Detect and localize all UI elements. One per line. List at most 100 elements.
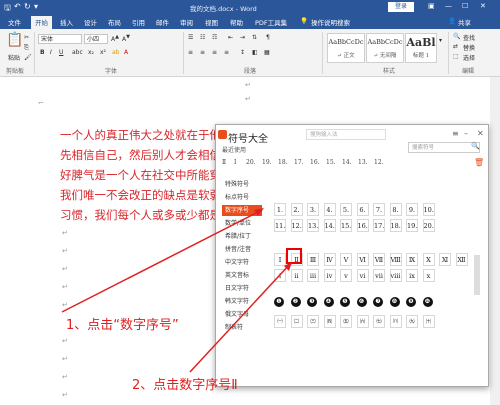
symbol-cell-parenthesized[interactable]: ㈢ [307,315,319,328]
cut-icon[interactable]: ✂ [24,34,29,41]
customize-icon[interactable]: ▾ [34,2,38,11]
bold-button[interactable]: B [40,49,45,56]
numbering-icon[interactable]: ☷ [200,34,205,41]
symbol-cell[interactable]: 15. [340,219,352,232]
symbol-cell[interactable]: 19. [406,219,418,232]
symbol-cell[interactable]: 5. [340,203,352,216]
symbol-cell-roman-small[interactable]: ⅳ [323,269,336,282]
symbol-cell-roman[interactable]: Ⅷ [389,253,402,266]
line-spacing-icon[interactable]: ↕ [240,49,245,56]
minimize-icon[interactable]: — [445,2,452,10]
find-button[interactable]: 查找 [463,33,475,42]
superscript-icon[interactable]: x² [100,49,106,56]
bullets-icon[interactable]: ☰ [188,34,193,41]
tab-layout[interactable]: 布局 [108,17,121,27]
tab-references[interactable]: 引用 [132,17,145,27]
symbol-cell[interactable]: 13. [307,219,319,232]
category-russian[interactable]: 俄文字母 [222,309,262,320]
minimize-icon[interactable]: – [464,129,468,138]
category-japanese[interactable]: 日文字符 [222,283,262,294]
symbol-cell-parenthesized[interactable]: ㈦ [373,315,385,328]
undo-icon[interactable]: ↶ [14,2,21,11]
symbol-cell[interactable]: 4. [323,203,336,216]
tab-review[interactable]: 审阅 [180,17,193,27]
symbol-cell-roman[interactable]: Ⅹ [422,253,435,266]
recent-symbol[interactable]: Ⅱ [222,159,226,166]
symbol-cell-circled[interactable]: ❼ [373,297,383,307]
close-icon[interactable]: ✕ [477,129,484,138]
symbol-cell-roman-small[interactable]: ⅶ [373,269,385,282]
symbol-cell[interactable]: 8. [389,203,402,216]
font-color-icon[interactable]: A [124,49,128,56]
symbol-cell-roman-small[interactable]: ⅹ [422,269,435,282]
symbol-cell-parenthesized[interactable]: ㈡ [290,315,303,328]
symbol-cell-circled[interactable]: ❸ [307,297,317,307]
tab-design[interactable]: 设计 [84,17,97,27]
symbol-cell[interactable]: 16. [356,219,369,232]
redo-icon[interactable]: ↻ [24,2,31,11]
symbol-cell-circled[interactable]: ❾ [406,297,416,307]
recent-symbol[interactable]: 16. [310,159,320,166]
symbol-cell[interactable]: 7. [373,203,385,216]
symbol-search-input[interactable]: 搜索符号 [408,142,480,153]
category-phonetic[interactable]: 英文音标 [222,270,262,281]
replace-icon[interactable]: ⇄ [453,43,458,50]
borders-icon[interactable]: ▦ [264,49,270,56]
symbol-cell-parenthesized[interactable]: ㈣ [323,315,336,328]
login-button[interactable]: 登录 [388,2,414,12]
symbol-cell[interactable]: 3. [307,203,319,216]
trash-icon[interactable]: 🗑 [474,158,484,167]
symbol-cell-roman[interactable]: Ⅵ [356,253,369,266]
symbol-cell[interactable]: 14. [323,219,336,232]
recent-symbol[interactable]: 19. [262,159,272,166]
sort-icon[interactable]: ⇅ [252,34,257,41]
align-center-icon[interactable]: ≡ [200,49,205,56]
show-marks-icon[interactable]: ¶ [266,34,270,41]
category-korean[interactable]: 韩文字符 [222,296,262,307]
tab-file[interactable]: 文件 [8,17,21,27]
symbol-cell-parenthesized[interactable]: ㈤ [340,315,352,328]
find-icon[interactable]: 🔍 [453,33,460,40]
symbol-cell[interactable]: 9. [406,203,418,216]
font-name-select[interactable]: 宋体 [38,34,82,44]
recent-symbol[interactable]: 12. [374,159,384,166]
search-icon[interactable]: 🔍 [471,142,480,150]
symbol-cell-roman[interactable]: Ⅺ [439,253,451,266]
category-greek-latin[interactable]: 希腊/拉丁 [222,231,262,242]
menu-icon[interactable]: ≡ [452,129,459,138]
recent-symbol[interactable]: Ⅰ [234,159,236,166]
tab-insert[interactable]: 插入 [60,17,73,27]
font-size-select[interactable]: 小四 [84,34,108,44]
symbol-cell-roman[interactable]: Ⅶ [373,253,385,266]
symbol-cell-circled[interactable]: ❶ [274,297,284,307]
recent-symbol[interactable]: 18. [278,159,288,166]
symbol-cell-circled[interactable]: ❺ [340,297,350,307]
symbol-cell-roman-small[interactable]: ⅲ [307,269,319,282]
symbol-cell[interactable]: 6. [356,203,369,216]
increase-indent-icon[interactable]: ⇥ [240,34,245,41]
subscript-icon[interactable]: x₂ [88,49,94,56]
recent-symbol[interactable]: 17. [294,159,304,166]
symbol-cell[interactable]: 1. [274,203,286,216]
restore-icon[interactable]: ▣ [428,2,435,10]
style-no-spacing[interactable]: AaBbCcDc ↵ 无间隔 [366,33,404,63]
symbol-cell[interactable]: 2. [290,203,303,216]
ime-input[interactable]: 搜狗输入法 [306,129,386,140]
category-pinyin[interactable]: 拼音/注音 [222,244,262,255]
symbol-cell-circled[interactable]: ❷ [290,297,301,307]
symbol-cell[interactable]: 11. [274,219,286,232]
paste-button[interactable]: 粘贴 [8,53,20,62]
justify-icon[interactable]: ≡ [224,49,229,56]
strikethrough-icon[interactable]: abc [72,49,83,56]
symbol-cell-circled[interactable]: ❿ [422,297,433,307]
shrink-font-icon[interactable]: A▼ [122,34,130,43]
tab-help[interactable]: 帮助 [230,17,243,27]
category-number-sequence[interactable]: 数字序号 [222,205,262,216]
symbol-cell-roman-small[interactable]: ⅱ [290,269,303,282]
recent-symbol[interactable]: 14. [342,159,352,166]
close-icon[interactable]: ✕ [480,2,486,10]
symbol-cell[interactable]: 18. [389,219,402,232]
italic-button[interactable]: I [50,49,52,56]
category-chinese-chars[interactable]: 中文字符 [222,257,262,268]
shading-icon[interactable]: ◧ [252,49,258,56]
